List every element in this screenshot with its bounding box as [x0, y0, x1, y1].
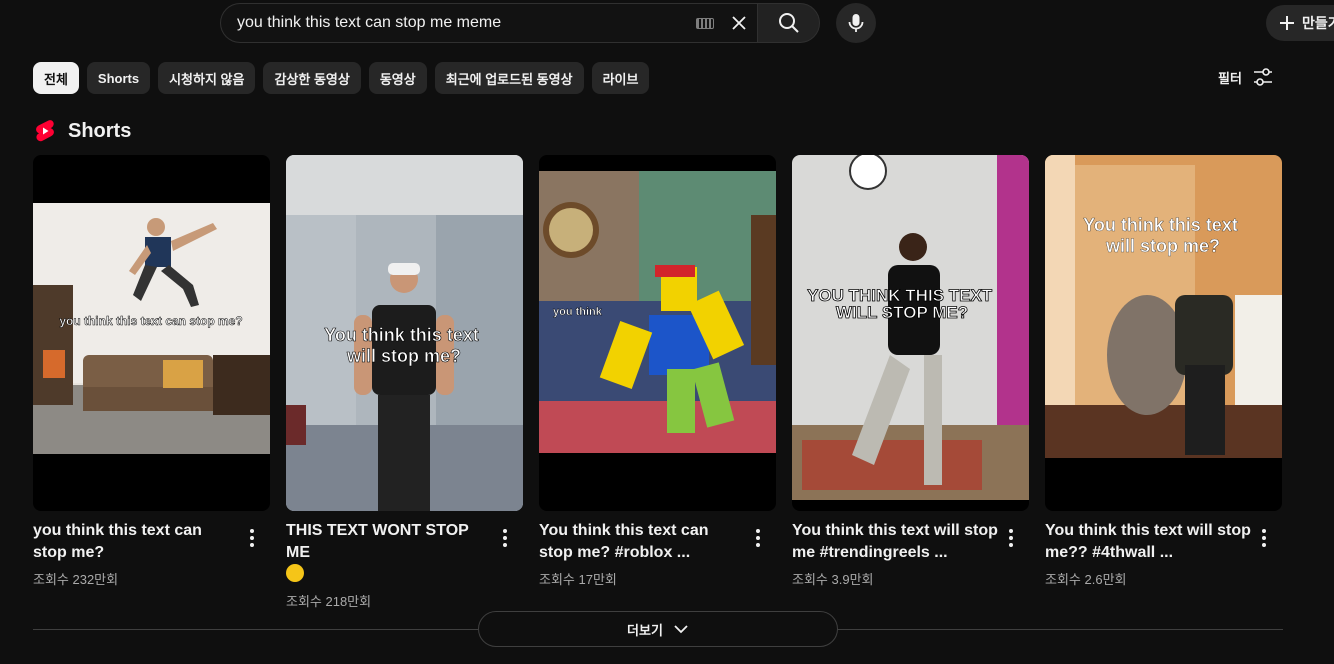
shorts-shelf: you think this text can stop me? you thi…	[33, 155, 1282, 610]
search-box[interactable]: you think this text can stop me meme	[220, 3, 758, 43]
thumbnail-caption: You think this text will stop me?	[1083, 215, 1243, 256]
clear-search-icon[interactable]	[726, 10, 752, 36]
search-input[interactable]: you think this text can stop me meme	[237, 14, 696, 32]
chip-shorts[interactable]: Shorts	[86, 62, 151, 94]
short-title-text: THIS TEXT WONT STOP ME	[286, 522, 469, 561]
short-card[interactable]: You think this text will stop me? You th…	[1045, 155, 1282, 610]
short-title[interactable]: You think this text will stop me?? #4thw…	[1045, 520, 1252, 564]
short-card[interactable]: You think this text will stop me? THIS T…	[286, 155, 523, 610]
show-more-button[interactable]: 더보기	[478, 611, 838, 647]
chip-watched[interactable]: 감상한 동영상	[263, 62, 361, 94]
short-thumbnail[interactable]: YOU THINK THIS TEXT WILL STOP ME?	[792, 155, 1029, 511]
short-thumbnail[interactable]: you think	[539, 155, 776, 511]
short-title[interactable]: You think this text will stop me #trendi…	[792, 520, 999, 564]
view-count: 조회수 2.6만회	[1045, 572, 1127, 587]
short-card[interactable]: you think this text can stop me? you thi…	[33, 155, 270, 610]
short-thumbnail[interactable]: You think this text will stop me?	[1045, 155, 1282, 511]
shorts-section-header: Shorts	[35, 119, 131, 143]
thumbnail-caption: you think	[553, 306, 603, 318]
thumbnail-caption: you think this text can stop me?	[59, 314, 242, 328]
short-card[interactable]: you think You think this text can stop m…	[539, 155, 776, 610]
more-actions-icon[interactable]	[1252, 526, 1276, 550]
view-count: 조회수 17만회	[539, 572, 617, 587]
search-icon	[778, 13, 799, 33]
more-actions-icon[interactable]	[999, 526, 1023, 550]
view-count: 조회수 3.9만회	[792, 572, 874, 587]
shorts-logo-icon	[36, 120, 54, 142]
chip-videos[interactable]: 동영상	[368, 62, 427, 94]
keyboard-icon[interactable]	[696, 17, 714, 29]
more-actions-icon[interactable]	[493, 526, 517, 550]
plus-icon	[1280, 16, 1294, 30]
chip-live[interactable]: 라이브	[591, 62, 650, 94]
filter-label: 필터	[1218, 70, 1242, 86]
search-button[interactable]	[757, 3, 820, 43]
filter-chips: 전체 Shorts 시청하지 않음 감상한 동영상 동영상 최근에 업로드된 동…	[33, 62, 650, 94]
short-title[interactable]: THIS TEXT WONT STOP ME	[286, 520, 493, 586]
filter-button[interactable]: 필터	[1218, 66, 1274, 88]
show-more-label: 더보기	[627, 622, 663, 638]
short-title[interactable]: you think this text can stop me?	[33, 520, 240, 564]
microphone-icon	[848, 14, 864, 32]
chip-all[interactable]: 전체	[33, 62, 79, 94]
short-thumbnail[interactable]: You think this text will stop me?	[286, 155, 523, 511]
more-actions-icon[interactable]	[746, 526, 770, 550]
chip-recently-uploaded[interactable]: 최근에 업로드된 동영상	[434, 62, 584, 94]
create-label: 만들기	[1302, 15, 1334, 31]
short-thumbnail[interactable]: you think this text can stop me?	[33, 155, 270, 511]
short-title[interactable]: You think this text can stop me? #roblox…	[539, 520, 746, 564]
view-count: 조회수 232만회	[33, 572, 119, 587]
emoji-icon	[286, 564, 304, 582]
more-actions-icon[interactable]	[240, 526, 264, 550]
thumbnail-caption: You think this text will stop me?	[324, 325, 484, 366]
chevron-down-icon	[674, 625, 688, 634]
view-count: 조회수 218만회	[286, 594, 372, 609]
create-button[interactable]: 만들기	[1266, 5, 1334, 41]
voice-search-button[interactable]	[836, 3, 876, 43]
chip-unwatched[interactable]: 시청하지 않음	[158, 62, 256, 94]
section-title: Shorts	[68, 119, 132, 142]
short-card[interactable]: YOU THINK THIS TEXT WILL STOP ME? You th…	[792, 155, 1029, 610]
sliders-icon	[1253, 68, 1272, 86]
